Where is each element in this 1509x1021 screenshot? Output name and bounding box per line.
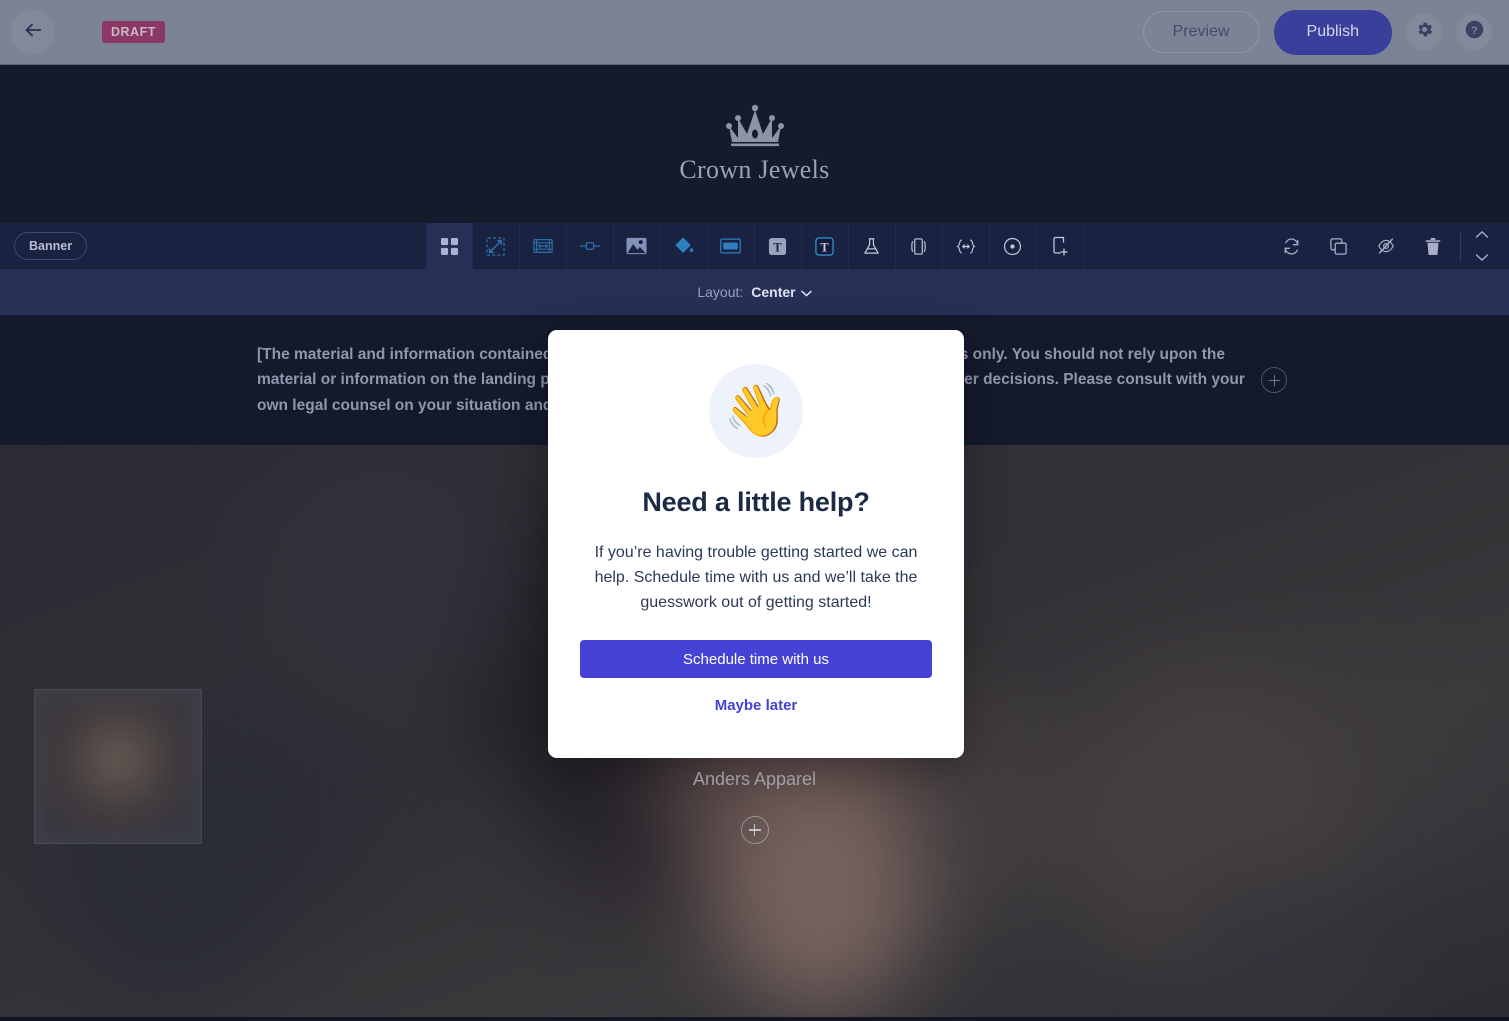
- trash-icon: [1424, 237, 1442, 256]
- tool-divider[interactable]: [567, 223, 614, 269]
- maybe-later-button[interactable]: Maybe later: [715, 697, 798, 714]
- flask-icon: [862, 237, 881, 256]
- tool-add-mobile-block[interactable]: [1037, 223, 1084, 269]
- settings-button[interactable]: [1406, 14, 1442, 50]
- mobile-add-icon: [1051, 236, 1069, 256]
- image-icon: [626, 237, 647, 255]
- hide-icon: [1376, 236, 1396, 256]
- layout-grid-icon: [440, 237, 459, 256]
- duplicate-icon: [1329, 237, 1348, 256]
- sync-button[interactable]: [1268, 223, 1315, 269]
- crown-icon: [725, 104, 785, 153]
- text-style-icon: T: [768, 237, 787, 256]
- tool-merge-tags[interactable]: [943, 223, 990, 269]
- status-badge: DRAFT: [102, 21, 165, 43]
- layout-select[interactable]: Center: [751, 284, 812, 300]
- toolbar-tool-group: T T: [425, 223, 1084, 269]
- tool-goal[interactable]: [990, 223, 1037, 269]
- tool-carousel[interactable]: [896, 223, 943, 269]
- tool-spacing[interactable]: [520, 223, 567, 269]
- chevron-down-icon: [800, 284, 812, 300]
- duplicate-button[interactable]: [1315, 223, 1362, 269]
- target-icon: [1003, 237, 1022, 256]
- logo-text: Crown Jewels: [679, 154, 830, 184]
- preview-button[interactable]: Preview: [1142, 11, 1260, 53]
- svg-text:T: T: [773, 240, 782, 254]
- add-block-button[interactable]: [1261, 367, 1287, 393]
- tool-background-color[interactable]: [661, 223, 708, 269]
- logo-band[interactable]: Crown Jewels: [0, 65, 1509, 223]
- toolbar-block-actions: [1268, 223, 1499, 269]
- delete-button[interactable]: [1409, 223, 1456, 269]
- top-bar: DRAFT Preview Publish ?: [0, 0, 1509, 65]
- selected-block-chip[interactable]: Banner: [14, 232, 88, 260]
- gear-icon: [1415, 20, 1434, 44]
- schedule-time-button[interactable]: Schedule time with us: [580, 640, 932, 678]
- chevron-up-icon[interactable]: [1475, 226, 1489, 244]
- help-modal: 👋 Need a little help? If you’re having t…: [548, 330, 964, 758]
- tool-experiment[interactable]: [849, 223, 896, 269]
- block-editor-toolbar: Banner T T: [0, 223, 1509, 269]
- layout-label: Layout:: [697, 284, 744, 300]
- tool-text-style[interactable]: T: [755, 223, 802, 269]
- hero-subtitle: Anders Apparel: [692, 769, 817, 789]
- merge-tag-icon: [955, 238, 977, 255]
- svg-text:T: T: [820, 240, 829, 254]
- layout-option-row: Layout: Center: [0, 269, 1509, 315]
- help-button[interactable]: ?: [1456, 14, 1492, 50]
- arrow-left-icon: [22, 19, 44, 46]
- toolbar-divider: [1460, 231, 1461, 261]
- svg-text:?: ?: [1471, 25, 1478, 37]
- tool-image[interactable]: [614, 223, 661, 269]
- paint-bucket-icon: [674, 236, 694, 256]
- button-icon: [720, 238, 741, 254]
- divider-icon: [579, 237, 601, 255]
- move-block-stepper[interactable]: [1465, 226, 1499, 267]
- sync-icon: [1282, 237, 1301, 256]
- publish-button[interactable]: Publish: [1273, 9, 1392, 55]
- tool-layout-grid[interactable]: [425, 223, 473, 269]
- modal-body-text: If you’re having trouble getting started…: [594, 544, 918, 611]
- waving-hand-icon: 👋: [709, 364, 803, 458]
- question-mark-icon: ?: [1464, 19, 1485, 45]
- chevron-down-icon[interactable]: [1475, 249, 1489, 267]
- modal-title: Need a little help?: [642, 487, 870, 517]
- carousel-icon: [909, 237, 928, 255]
- hide-button[interactable]: [1362, 223, 1409, 269]
- top-bar-actions: Preview Publish ?: [1142, 9, 1509, 55]
- spacing-icon: [532, 237, 553, 255]
- tool-text-box[interactable]: T: [802, 223, 849, 269]
- hero-add-block-button[interactable]: [740, 816, 769, 844]
- layout-selected-value: Center: [751, 284, 796, 300]
- text-box-icon: T: [815, 236, 834, 256]
- tool-resize[interactable]: [473, 223, 520, 269]
- tool-button[interactable]: [708, 223, 755, 269]
- back-button[interactable]: [11, 10, 55, 54]
- resize-icon: [486, 236, 505, 256]
